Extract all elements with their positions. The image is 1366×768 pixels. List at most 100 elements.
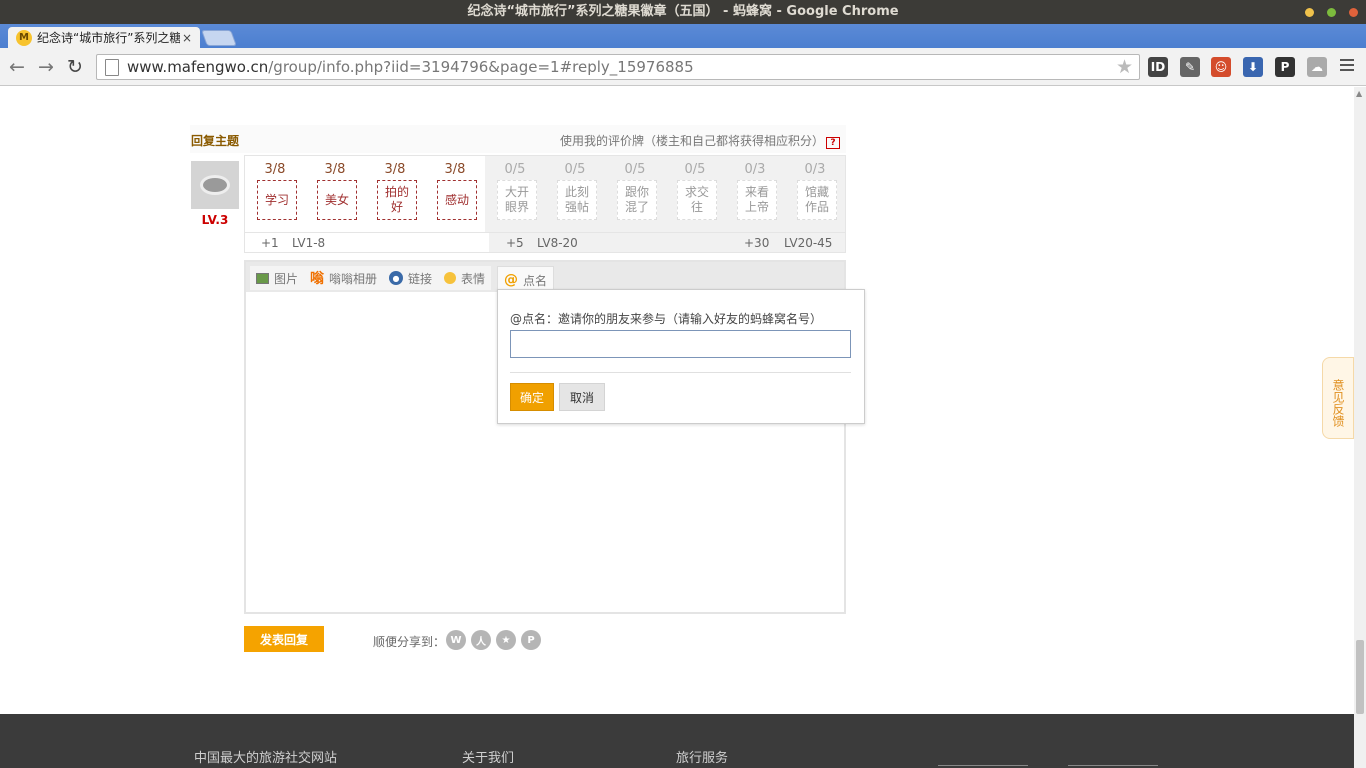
new-tab-button[interactable] (201, 30, 237, 46)
card-label: 拍的好 (377, 180, 417, 220)
card-count: 3/8 (444, 162, 466, 177)
card-label: 馆藏作品 (797, 180, 837, 220)
card-count: 0/3 (804, 162, 826, 177)
card-count: 0/5 (624, 162, 646, 177)
confirm-button[interactable]: 确定 (510, 383, 554, 411)
emoji-button[interactable]: 表情 (438, 266, 492, 290)
submit-reply-button[interactable]: 发表回复 (244, 626, 324, 652)
smiley-icon (444, 272, 456, 284)
link-icon: ● (389, 271, 403, 285)
bookmark-star-icon[interactable]: ★ (1116, 56, 1133, 78)
mention-popup: @点名：邀请你的朋友来参与（请输入好友的蚂蜂窝名号） 确定 取消 (497, 289, 865, 424)
album-label: 嗡嗡相册 (329, 271, 378, 286)
card-count: 0/5 (504, 162, 526, 177)
window-controls (1305, 0, 1358, 24)
card-count: 3/8 (324, 162, 346, 177)
editor-toolbar: 图片 嗡 嗡嗡相册 ● 链接 表情 @ 点名 (246, 262, 844, 293)
rating-hint-text: 使用我的评价牌（楼主和自己都将获得相应积分） (559, 134, 824, 148)
renren-share-icon[interactable]: 人 (471, 630, 491, 650)
locked-rating-card[interactable]: 0/5 此刻强帖 (545, 156, 605, 232)
chrome-menu-icon[interactable] (1340, 59, 1354, 74)
rating-hint: 使用我的评价牌（楼主和自己都将获得相应积分）? (560, 132, 840, 149)
reply-header: 回复主题 使用我的评价牌（楼主和自己都将获得相应积分）? (190, 125, 846, 153)
rating-cards: 3/8 学习 3/8 美女 3/8 拍的好 3/8 感动 0/5 大开眼界 0/5 此刻强帖 0/5 跟… (244, 155, 846, 253)
avatar[interactable] (191, 161, 239, 209)
album-icon: 嗡 (310, 271, 324, 287)
card-label: 美女 (317, 180, 357, 220)
free-rating-group: 3/8 学习 3/8 美女 3/8 拍的好 3/8 感动 (245, 156, 485, 232)
locked-rating-card[interactable]: 0/3 馆藏作品 (785, 156, 845, 232)
back-icon[interactable]: ← (6, 56, 28, 78)
footer-services-link[interactable]: 旅行服务 (676, 747, 728, 766)
site-footer: 中国最大的旅游社交网站 关于我们 旅行服务 (0, 714, 1354, 768)
feedback-tab[interactable]: 意见反馈 (1322, 357, 1354, 439)
locked-rating-card[interactable]: 0/5 求交往 (665, 156, 725, 232)
pocket-icon[interactable]: P (1275, 57, 1295, 77)
weibo-share-icon[interactable]: W (446, 630, 466, 650)
tab-close-icon[interactable]: × (180, 31, 194, 45)
page-icon (105, 58, 119, 76)
qzone-share-icon[interactable]: ★ (496, 630, 516, 650)
scrollbar-thumb[interactable] (1356, 640, 1364, 714)
cancel-button[interactable]: 取消 (559, 383, 605, 411)
card-label: 感动 (437, 180, 477, 220)
page-viewport: 回复主题 使用我的评价牌（楼主和自己都将获得相应积分）? LV.3 3/8 学习 3… (0, 87, 1354, 768)
free-rating-card[interactable]: 3/8 学习 (245, 156, 305, 232)
help-icon[interactable]: ? (826, 137, 840, 149)
evernote-icon[interactable]: ✎ (1180, 57, 1200, 77)
window-title: 纪念诗“城市旅行”系列之糖果徽章（五国） - 蚂蜂窝 - Google Chro… (467, 4, 899, 19)
window-titlebar: 纪念诗“城市旅行”系列之糖果徽章（五国） - 蚂蜂窝 - Google Chro… (0, 0, 1366, 24)
free-rating-card[interactable]: 3/8 拍的好 (365, 156, 425, 232)
card-label: 学习 (257, 180, 297, 220)
insert-link-label: 链接 (408, 271, 433, 286)
url-host: www.mafengwo.cn (127, 58, 269, 76)
tier-2-levels: LV8-20 (537, 236, 578, 250)
free-rating-card[interactable]: 3/8 美女 (305, 156, 365, 232)
at-icon: @ (504, 272, 518, 288)
minimize-button[interactable] (1305, 7, 1314, 17)
forward-icon[interactable]: → (35, 56, 57, 78)
download-icon[interactable]: ⬇ (1243, 57, 1263, 77)
mention-title: @点名：邀请你的朋友来参与（请输入好友的蚂蜂窝名号） (510, 312, 823, 326)
locked-rating-card[interactable]: 0/5 跟你混了 (605, 156, 665, 232)
card-count: 3/8 (384, 162, 406, 177)
tab-title: 纪念诗“城市旅行”系列之糖 (37, 31, 180, 45)
url-text: www.mafengwo.cn/group/info.php?iid=31947… (127, 58, 694, 76)
locked-rating-card[interactable]: 0/3 来看上帝 (725, 156, 785, 232)
locked-rating-group: 0/5 大开眼界 0/5 此刻强帖 0/5 跟你混了 0/5 求交往 0/3 来看上帝 0/3 馆藏作… (485, 156, 845, 232)
card-label: 此刻强帖 (557, 180, 597, 220)
ghost-icon[interactable]: ☁ (1307, 57, 1327, 77)
santa-icon[interactable]: ☺ (1211, 57, 1231, 77)
mention-input[interactable] (510, 330, 851, 358)
insert-image-button[interactable]: 图片 (250, 266, 305, 290)
page-scrollbar[interactable]: ▲ (1354, 87, 1366, 768)
card-label: 跟你混了 (617, 180, 657, 220)
tier-1-levels: LV1-8 (292, 236, 326, 250)
insert-link-button[interactable]: ● 链接 (383, 266, 439, 290)
album-button[interactable]: 嗡 嗡嗡相册 (304, 266, 384, 290)
tier-3-points: +30 (744, 236, 770, 250)
user-level: LV.3 (201, 213, 229, 227)
scroll-up-icon[interactable]: ▲ (1356, 89, 1362, 98)
maximize-button[interactable] (1327, 7, 1336, 17)
locked-rating-card[interactable]: 0/5 大开眼界 (485, 156, 545, 232)
tier-2-points: +5 (506, 236, 524, 250)
close-window-button[interactable] (1349, 7, 1358, 17)
footer-about-link[interactable]: 关于我们 (462, 747, 514, 766)
card-label: 求交往 (677, 180, 717, 220)
card-count: 3/8 (264, 162, 286, 177)
card-count: 0/5 (564, 162, 586, 177)
douban-share-icon[interactable]: P (521, 630, 541, 650)
address-bar[interactable]: www.mafengwo.cn/group/info.php?iid=31947… (96, 54, 1140, 80)
tier-3-levels: LV20-45 (784, 236, 833, 250)
image-icon (256, 272, 269, 284)
rating-tiers: +1 LV1-8 +5 LV8-20 +30 LV20-45 (245, 232, 845, 252)
divider (510, 372, 851, 373)
reply-heading: 回复主题 (191, 134, 240, 148)
favicon-icon: M (16, 29, 32, 46)
tab-active[interactable]: M 纪念诗“城市旅行”系列之糖 × (8, 27, 200, 48)
readability-icon[interactable]: ID (1148, 57, 1168, 77)
tab-strip: M 纪念诗“城市旅行”系列之糖 × (0, 24, 1366, 48)
reload-icon[interactable]: ↻ (64, 56, 86, 78)
free-rating-card[interactable]: 3/8 感动 (425, 156, 485, 232)
